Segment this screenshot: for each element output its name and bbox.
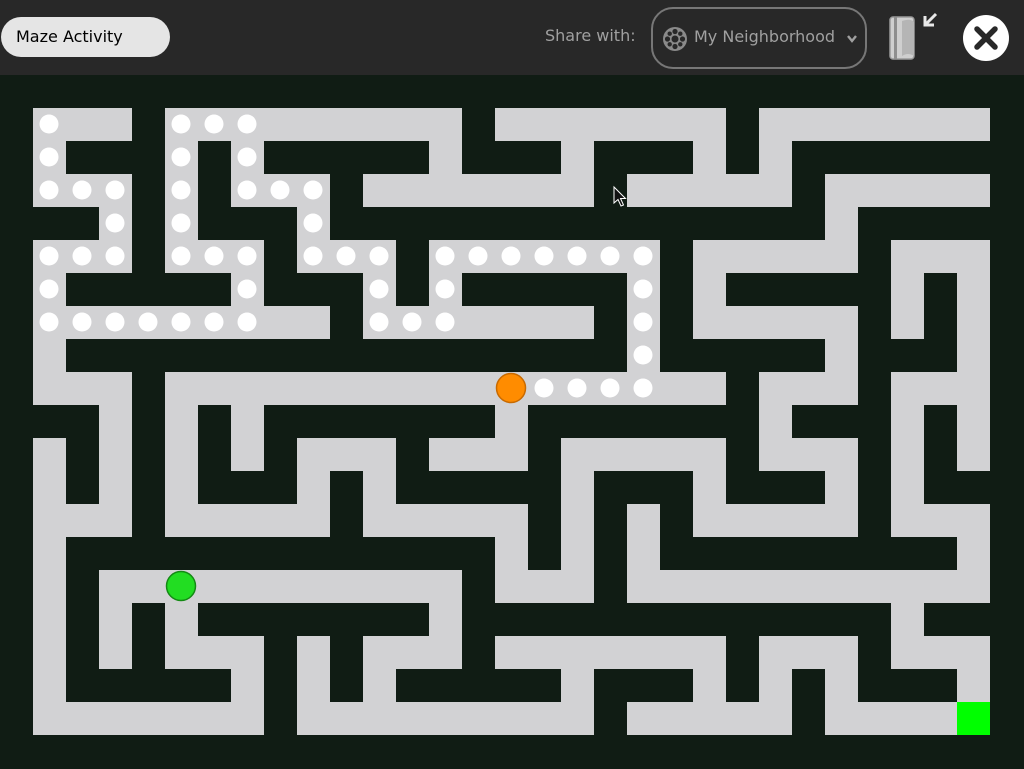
activity-name-field[interactable]: Maze Activity <box>1 17 170 57</box>
maze-board[interactable] <box>0 75 1024 769</box>
player-orange <box>495 372 527 404</box>
journal-keep-button[interactable] <box>884 12 942 64</box>
share-with-label: Share with: <box>545 26 636 45</box>
journal-keep-icon <box>884 12 942 68</box>
player-green <box>165 570 197 602</box>
share-with-value: My Neighborhood <box>694 27 836 46</box>
share-with-dropdown[interactable]: My Neighborhood <box>651 7 867 69</box>
stop-button[interactable] <box>960 12 1012 64</box>
toolbar: Maze Activity Share with: My Neighborhoo… <box>0 0 1024 75</box>
dropdown-chevron-icon <box>845 25 859 57</box>
neighborhood-globe-icon <box>661 25 689 57</box>
stop-icon <box>960 15 1012 68</box>
maze-goal-square <box>957 702 990 735</box>
